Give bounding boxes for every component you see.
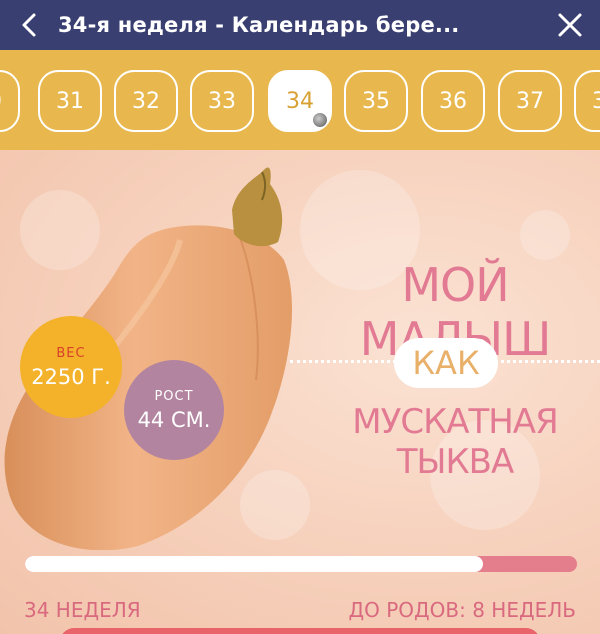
week-tab[interactable]: 38: [574, 70, 600, 132]
height-badge: РОСТ 44 СМ.: [124, 360, 224, 460]
baby-size-illustration: МОЙ МАЛЫШ КАК МУСКАТНАЯ ТЫКВА ВЕС 2250 Г…: [0, 150, 600, 634]
chevron-left-icon: [22, 13, 36, 37]
week-tab[interactable]: 31: [38, 70, 102, 132]
headline-fruit: МУСКАТНАЯ ТЫКВА: [320, 392, 590, 482]
headline-line3: МУСКАТНАЯ ТЫКВА: [352, 402, 558, 482]
week-tab[interactable]: 35: [344, 70, 408, 132]
week-number: 34: [286, 88, 314, 114]
week-tab[interactable]: 30: [0, 70, 20, 132]
page-title: 34-я неделя - Календарь бере...: [58, 13, 460, 37]
top-bar: 34-я неделя - Календарь бере...: [0, 0, 600, 50]
current-week-label: 34 НЕДЕЛЯ: [24, 598, 141, 622]
comparison-word: КАК: [394, 338, 498, 388]
height-value: 44 СМ.: [137, 407, 211, 432]
week-tab[interactable]: 36: [421, 70, 485, 132]
weight-badge: ВЕС 2250 Г.: [20, 316, 122, 418]
week-tab[interactable]: 33: [190, 70, 254, 132]
progress-fill: [25, 556, 484, 572]
weight-label: ВЕС: [56, 345, 86, 361]
week-tab[interactable]: 37: [498, 70, 562, 132]
bokeh-decoration: [520, 210, 570, 260]
weight-value: 2250 Г.: [31, 364, 111, 389]
close-icon: [558, 13, 582, 37]
week-selector: 30 31 32 33 34 35 36 37 38: [0, 50, 600, 150]
height-label: РОСТ: [154, 388, 194, 404]
avatar: [312, 112, 328, 128]
week-tab-selected[interactable]: 34: [268, 70, 332, 132]
bottom-action-button[interactable]: [60, 628, 540, 634]
close-button[interactable]: [540, 0, 600, 50]
pregnancy-progress-bar: [25, 556, 577, 572]
week-tab[interactable]: 32: [114, 70, 178, 132]
weeks-remaining-label: ДО РОДОВ: 8 НЕДЕЛЬ: [348, 598, 577, 622]
back-button[interactable]: [0, 0, 58, 50]
